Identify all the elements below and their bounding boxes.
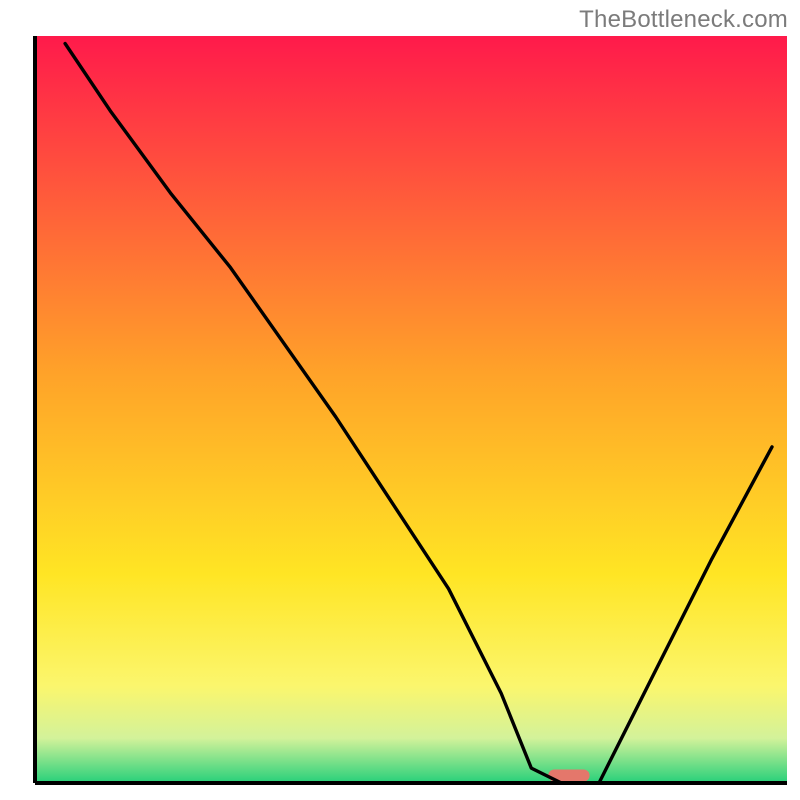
plot-area xyxy=(35,36,787,783)
gradient-rect xyxy=(35,36,787,783)
chart-svg xyxy=(0,0,800,800)
bottleneck-chart: TheBottleneck.com xyxy=(0,0,800,800)
watermark-text: TheBottleneck.com xyxy=(579,6,788,34)
